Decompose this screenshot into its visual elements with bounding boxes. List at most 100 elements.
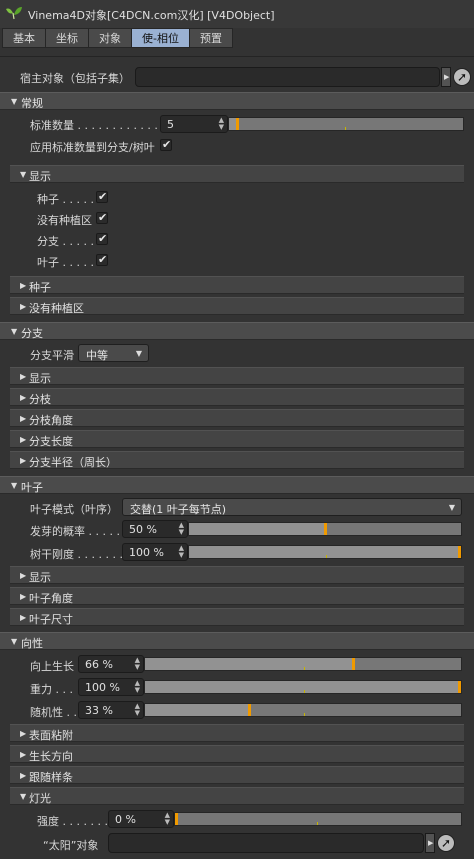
triangle-down-icon: ▼ xyxy=(11,327,18,336)
sub-branching[interactable]: ▶ 分枝 xyxy=(10,388,464,406)
sun-object-pick-button[interactable]: ➚ xyxy=(437,834,455,852)
slider-knob[interactable] xyxy=(324,523,327,535)
spinner-arrows-icon: ▲ ▼ xyxy=(164,811,170,826)
triangle-right-icon: ▶ xyxy=(20,372,27,381)
display-seed-label: 种子 . . . . . xyxy=(37,193,94,206)
sun-object-label: “太阳”对象 xyxy=(43,839,99,852)
vinema4d-logo-icon xyxy=(4,5,24,21)
tab-preset[interactable]: 预置 xyxy=(188,28,233,48)
slider-knob[interactable] xyxy=(458,546,461,558)
branch-smooth-dropdown[interactable]: 中等 ▼ xyxy=(78,344,149,362)
triangle-right-icon: ▶ xyxy=(20,302,27,311)
display-leaf-checkbox[interactable]: ✔ xyxy=(96,253,108,266)
triangle-down-icon: ▼ xyxy=(20,792,27,801)
slider-knob[interactable] xyxy=(248,704,251,716)
host-object-label: 宿主对象（包括子集） xyxy=(20,72,130,85)
arrow-cursor-icon: ➚ xyxy=(457,70,468,84)
triangle-down-icon: ▼ xyxy=(20,170,27,179)
triangle-down-icon: ▼ xyxy=(11,97,18,106)
sub-surface-adhesion[interactable]: ▶ 表面粘附 xyxy=(10,724,464,742)
slider-knob[interactable] xyxy=(175,813,178,825)
slider-knob[interactable] xyxy=(458,681,461,693)
display-leaf-label: 叶子 . . . . . xyxy=(37,256,94,269)
window-title: Vinema4D对象[C4DCN.com汉化] [V4DObject] xyxy=(28,9,275,22)
arrow-cursor-icon: ➚ xyxy=(441,836,452,850)
tab-phase[interactable]: 使-相位 xyxy=(131,28,189,48)
host-object-field[interactable] xyxy=(135,67,440,87)
sub-leaf-size[interactable]: ▶ 叶子尺寸 xyxy=(10,608,464,626)
grow-up-field[interactable]: 66 % ▲ ▼ xyxy=(78,655,144,673)
display-branch-checkbox[interactable]: ✔ xyxy=(96,232,108,245)
sun-object-field[interactable] xyxy=(108,833,424,853)
tab-basic[interactable]: 基本 xyxy=(2,28,45,48)
triangle-right-icon: ▶ xyxy=(20,414,27,423)
tab-bar: 基本 坐标 对象 使-相位 预置 xyxy=(2,28,233,48)
gravity-field[interactable]: 100 % ▲ ▼ xyxy=(78,678,144,696)
sprout-field[interactable]: 50 % ▲ ▼ xyxy=(122,520,188,538)
display-no-plant-label: 没有种植区 xyxy=(37,214,92,227)
sub-branch-length[interactable]: ▶ 分支长度 xyxy=(10,430,464,448)
section-general[interactable]: ▼ 常规 xyxy=(0,92,474,110)
sub-light[interactable]: ▼ 灯光 xyxy=(10,787,464,805)
stiffness-slider[interactable] xyxy=(188,545,462,559)
sub-leaf-display[interactable]: ▶ 显示 xyxy=(10,566,464,584)
sub-leaf-angle[interactable]: ▶ 叶子角度 xyxy=(10,587,464,605)
spinner-arrows-icon: ▲ ▼ xyxy=(178,521,184,536)
sub-follow-spline[interactable]: ▶ 跟随样条 xyxy=(10,766,464,784)
light-strength-field[interactable]: 0 % ▲ ▼ xyxy=(108,810,174,828)
triangle-right-icon: ▶ xyxy=(444,73,450,81)
stiffness-label: 树干刚度 . . . . . . . xyxy=(30,548,123,561)
sun-object-menu-button[interactable]: ▶ xyxy=(425,833,435,853)
divider xyxy=(0,56,474,57)
gravity-slider[interactable] xyxy=(144,680,462,694)
spinner-arrows-icon: ▲ ▼ xyxy=(134,656,140,671)
slider-knob[interactable] xyxy=(236,118,239,130)
section-branch[interactable]: ▼ 分支 xyxy=(0,322,474,340)
sub-branch-angle[interactable]: ▶ 分枝角度 xyxy=(10,409,464,427)
triangle-right-icon: ▶ xyxy=(20,571,27,580)
gravity-label: 重力 . . . xyxy=(30,683,73,696)
section-leaf[interactable]: ▼ 叶子 xyxy=(0,476,474,494)
grow-up-slider[interactable] xyxy=(144,657,462,671)
leaf-mode-label: 叶子模式（叶序） xyxy=(30,503,118,516)
randomness-field[interactable]: 33 % ▲ ▼ xyxy=(78,701,144,719)
sprout-label: 发芽的概率 . . . . . xyxy=(30,525,120,538)
randomness-slider[interactable] xyxy=(144,703,462,717)
std-count-slider[interactable] xyxy=(228,117,464,131)
sub-display[interactable]: ▼ 显示 xyxy=(10,165,464,183)
sub-branch-display[interactable]: ▶ 显示 xyxy=(10,367,464,385)
section-tropism[interactable]: ▼ 向性 xyxy=(0,632,474,650)
sub-seed[interactable]: ▶ 种子 xyxy=(10,276,464,294)
branch-smooth-label: 分支平滑 xyxy=(30,349,74,362)
chevron-down-icon: ▼ xyxy=(135,349,142,358)
host-object-pick-button[interactable]: ➚ xyxy=(453,68,471,86)
triangle-right-icon: ▶ xyxy=(20,613,27,622)
sub-no-plant-area[interactable]: ▶ 没有种植区 xyxy=(10,297,464,315)
triangle-right-icon: ▶ xyxy=(20,456,27,465)
sprout-slider[interactable] xyxy=(188,522,462,536)
spinner-arrows-icon: ▲ ▼ xyxy=(134,679,140,694)
sub-branch-radius[interactable]: ▶ 分支半径（周长） xyxy=(10,451,464,469)
triangle-right-icon: ▶ xyxy=(20,393,27,402)
std-count-field[interactable]: 5 ▲ ▼ xyxy=(160,115,228,133)
sub-growth-direction[interactable]: ▶ 生长方向 xyxy=(10,745,464,763)
leaf-mode-dropdown[interactable]: 交替(1 叶子每节点) ▼ xyxy=(122,498,462,516)
tab-object[interactable]: 对象 xyxy=(88,28,131,48)
apply-std-count-checkbox[interactable]: ✔ xyxy=(160,138,172,151)
stiffness-field[interactable]: 100 % ▲ ▼ xyxy=(122,543,188,561)
randomness-label: 随机性 . . xyxy=(30,706,77,719)
tab-coord[interactable]: 坐标 xyxy=(45,28,88,48)
spinner-arrows-icon: ▲ ▼ xyxy=(134,702,140,717)
triangle-down-icon: ▼ xyxy=(11,481,18,490)
triangle-right-icon: ▶ xyxy=(20,771,27,780)
sub-display-title: 显示 xyxy=(29,170,51,183)
triangle-down-icon: ▼ xyxy=(11,637,18,646)
triangle-right-icon: ▶ xyxy=(20,281,27,290)
chevron-down-icon: ▼ xyxy=(448,503,455,512)
display-seed-checkbox[interactable]: ✔ xyxy=(96,190,108,203)
light-strength-slider[interactable] xyxy=(174,812,462,826)
host-object-menu-button[interactable]: ▶ xyxy=(441,67,451,87)
triangle-right-icon: ▶ xyxy=(20,435,27,444)
slider-knob[interactable] xyxy=(352,658,355,670)
display-no-plant-checkbox[interactable]: ✔ xyxy=(96,211,108,224)
